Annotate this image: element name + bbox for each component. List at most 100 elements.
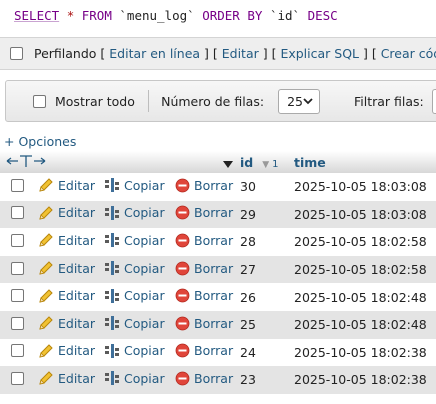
edit-label[interactable]: Editar [58, 316, 95, 331]
profiling-checkbox[interactable] [10, 47, 23, 60]
delete-row-button[interactable]: Borrar [175, 261, 233, 276]
delete-label[interactable]: Borrar [194, 288, 233, 303]
edit-row-button[interactable]: Editar [38, 343, 95, 359]
delete-row-button[interactable]: Borrar [175, 233, 233, 248]
edit-query-link[interactable]: Editar [222, 46, 259, 61]
time-cell[interactable]: 2025-10-05 18:02:38 [294, 366, 436, 394]
edit-row-button[interactable]: Editar [38, 370, 95, 386]
id-cell[interactable]: 28 [240, 228, 294, 256]
id-cell[interactable]: 24 [240, 338, 294, 367]
delete-icon [175, 178, 190, 193]
pencil-icon [39, 288, 53, 303]
edit-label[interactable]: Editar [58, 233, 95, 248]
copy-label[interactable]: Copiar [124, 261, 165, 276]
copy-label[interactable]: Copiar [124, 205, 165, 220]
row-checkbox[interactable] [11, 289, 24, 303]
column-header-id-label[interactable]: id [240, 155, 253, 170]
row-checkbox[interactable] [11, 261, 24, 275]
delete-icon [175, 371, 190, 386]
create-php-code-link[interactable]: Crear código PHP [381, 46, 436, 61]
edit-row-button[interactable]: Editar [38, 315, 95, 331]
show-all-checkbox[interactable] [33, 94, 46, 108]
edit-inline-link[interactable]: Editar en línea [109, 46, 200, 61]
delete-icon [175, 288, 190, 303]
show-all-label[interactable]: Mostrar todo [55, 94, 135, 109]
time-cell[interactable]: 2025-10-05 18:02:58 [294, 255, 436, 284]
id-cell[interactable]: 27 [240, 255, 294, 284]
copy-row-button[interactable]: Copiar [104, 288, 165, 304]
row-select-cell [0, 173, 38, 201]
delete-label[interactable]: Borrar [194, 316, 233, 331]
delete-row-button[interactable]: Borrar [175, 316, 233, 331]
edit-row-button[interactable]: Editar [38, 205, 95, 221]
row-checkbox[interactable] [11, 206, 24, 220]
delete-row-button[interactable]: Borrar [175, 288, 233, 303]
row-checkbox[interactable] [11, 371, 24, 385]
copy-row-button[interactable]: Copiar [104, 315, 165, 331]
edit-label[interactable]: Editar [58, 288, 95, 303]
delete-label[interactable]: Borrar [194, 205, 233, 220]
edit-row-button[interactable]: Editar [38, 260, 95, 276]
copy-row-button[interactable]: Copiar [104, 177, 165, 193]
edit-label[interactable]: Editar [58, 261, 95, 276]
copy-label[interactable]: Copiar [124, 288, 165, 303]
copy-label[interactable]: Copiar [124, 343, 165, 358]
time-cell[interactable]: 2025-10-05 18:02:48 [294, 310, 436, 339]
delete-label[interactable]: Borrar [194, 261, 233, 276]
delete-label[interactable]: Borrar [194, 371, 233, 386]
row-checkbox[interactable] [11, 344, 24, 358]
column-header-id[interactable]: id ▼ 1 [240, 151, 294, 173]
filter-rows-input[interactable]: Bu [431, 88, 436, 114]
copy-row-button[interactable]: Copiar [104, 343, 165, 359]
id-cell[interactable]: 25 [240, 310, 294, 339]
id-cell[interactable]: 26 [240, 283, 294, 311]
edit-label[interactable]: Editar [58, 343, 95, 358]
pencil-icon [39, 178, 53, 192]
copy-row-button[interactable]: Copiar [104, 370, 165, 386]
edit-cell: Editar [38, 338, 104, 367]
sql-query: SELECT * FROM `menu_log` ORDER BY `id` D… [0, 0, 436, 36]
row-checkbox[interactable] [11, 316, 24, 330]
delete-row-button[interactable]: Borrar [175, 371, 233, 386]
edit-row-button[interactable]: Editar [38, 288, 95, 304]
row-checkbox[interactable] [11, 178, 24, 192]
copy-label[interactable]: Copiar [124, 371, 165, 386]
column-header-time-label[interactable]: time [294, 155, 326, 170]
copy-icon [105, 288, 119, 303]
delete-cell: Borrar [175, 173, 240, 201]
copy-label[interactable]: Copiar [124, 178, 165, 193]
edit-row-button[interactable]: Editar [38, 177, 95, 193]
delete-label[interactable]: Borrar [194, 178, 233, 193]
copy-row-button[interactable]: Copiar [104, 260, 165, 276]
column-menu-dropdown-icon[interactable] [222, 160, 234, 170]
delete-label[interactable]: Borrar [194, 343, 233, 358]
edit-label[interactable]: Editar [58, 205, 95, 220]
time-cell[interactable]: 2025-10-05 18:02:48 [294, 283, 436, 311]
copy-row-button[interactable]: Copiar [104, 205, 165, 221]
time-cell[interactable]: 2025-10-05 18:02:38 [294, 338, 436, 367]
rows-count-select[interactable]: 25 [278, 88, 320, 114]
id-cell[interactable]: 29 [240, 200, 294, 229]
move-columns-icon[interactable] [6, 154, 54, 168]
explain-sql-link[interactable]: Explicar SQL [280, 46, 359, 61]
id-cell[interactable]: 30 [240, 173, 294, 201]
copy-row-button[interactable]: Copiar [104, 232, 165, 248]
copy-label[interactable]: Copiar [124, 233, 165, 248]
options-link[interactable]: + Opciones [4, 134, 76, 149]
delete-cell: Borrar [175, 338, 240, 367]
edit-label[interactable]: Editar [58, 178, 95, 193]
time-cell[interactable]: 2025-10-05 18:03:08 [294, 200, 436, 229]
copy-icon [105, 205, 119, 220]
delete-row-button[interactable]: Borrar [175, 178, 233, 193]
time-cell[interactable]: 2025-10-05 18:02:58 [294, 228, 436, 256]
edit-label[interactable]: Editar [58, 371, 95, 386]
column-header-time[interactable]: time [294, 151, 436, 173]
edit-row-button[interactable]: Editar [38, 232, 95, 248]
delete-label[interactable]: Borrar [194, 233, 233, 248]
delete-row-button[interactable]: Borrar [175, 205, 233, 220]
id-cell[interactable]: 23 [240, 366, 294, 394]
time-cell[interactable]: 2025-10-05 18:03:08 [294, 173, 436, 201]
delete-row-button[interactable]: Borrar [175, 343, 233, 358]
row-checkbox[interactable] [11, 233, 24, 247]
copy-label[interactable]: Copiar [124, 316, 165, 331]
